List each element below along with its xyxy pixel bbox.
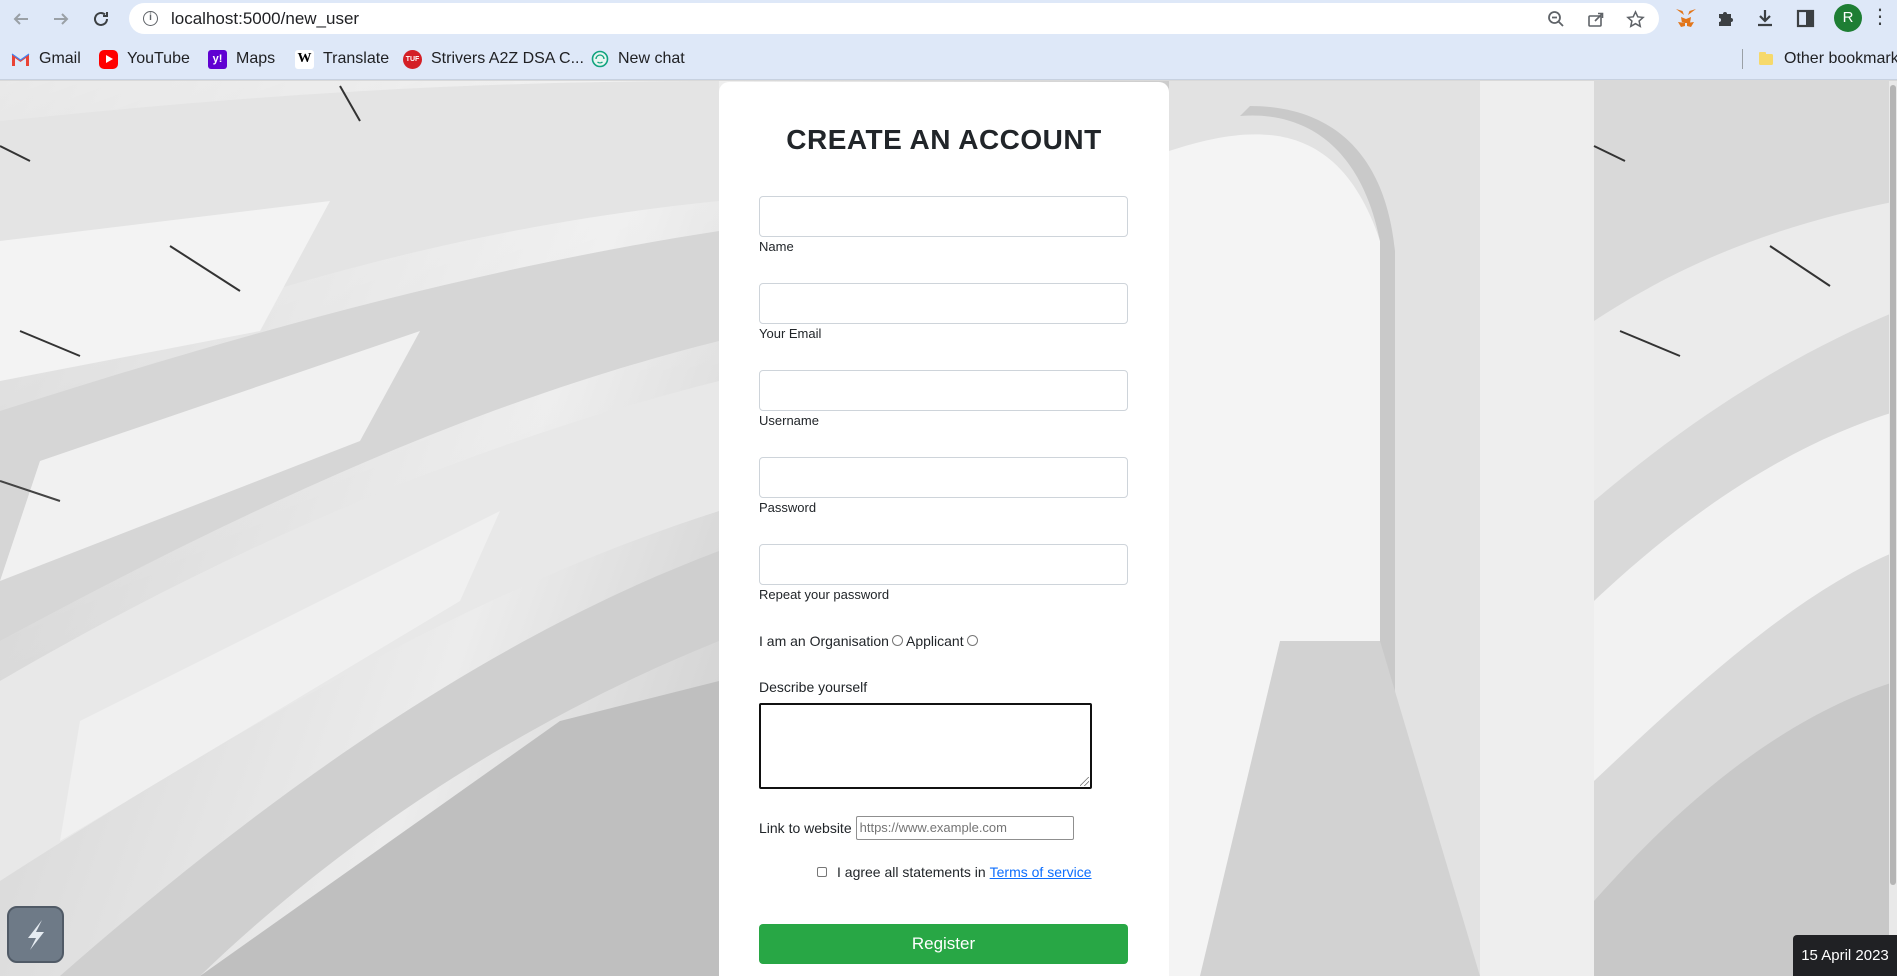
puzzle-extensions-icon[interactable] — [1713, 5, 1739, 31]
name-input[interactable] — [759, 196, 1128, 237]
browser-menu-icon[interactable]: ⋮ — [1870, 4, 1890, 32]
bookmark-strivers[interactable]: TUF Strivers A2Z DSA C... — [403, 48, 584, 70]
download-icon[interactable] — [1752, 5, 1778, 31]
repeat-password-label: Repeat your password — [759, 587, 890, 602]
bookmark-label: Maps — [236, 50, 276, 67]
metamask-fox-icon[interactable] — [1673, 5, 1699, 31]
applicant-radio[interactable] — [966, 634, 978, 646]
bookmark-maps[interactable]: y! Maps — [208, 48, 275, 70]
forward-arrow-icon[interactable] — [48, 6, 74, 32]
terms-row: I agree all statements in Terms of servi… — [817, 864, 1092, 880]
email-input[interactable] — [759, 283, 1128, 324]
floating-tool-button[interactable] — [7, 906, 64, 963]
gmail-icon — [11, 50, 30, 69]
password-input[interactable] — [759, 457, 1128, 498]
resize-grip-icon[interactable] — [1080, 777, 1089, 786]
terms-link[interactable]: Terms of service — [990, 864, 1092, 880]
chatgpt-icon — [590, 50, 609, 69]
bookmark-youtube[interactable]: YouTube — [99, 48, 190, 70]
reload-icon[interactable] — [88, 6, 114, 32]
bookmark-label: Other bookmarks — [1784, 50, 1897, 67]
name-label: Name — [759, 239, 794, 254]
share-icon[interactable] — [1585, 8, 1607, 30]
bookmark-label: Translate — [323, 50, 390, 67]
folder-icon — [1756, 50, 1775, 69]
wikipedia-icon: W — [295, 49, 314, 69]
register-button[interactable]: Register — [759, 924, 1128, 964]
slash-tool-icon — [28, 920, 44, 950]
email-label: Your Email — [759, 326, 822, 341]
repeat-password-input[interactable] — [759, 544, 1128, 585]
star-icon[interactable] — [1624, 8, 1646, 30]
bookmark-new-chat[interactable]: New chat — [590, 48, 685, 70]
bookmark-label: Strivers A2Z DSA C... — [431, 50, 584, 67]
youtube-icon — [99, 49, 118, 69]
agree-text: I agree all statements in — [837, 864, 986, 880]
yahoo-icon: y! — [208, 49, 227, 69]
url-text[interactable]: localhost:5000/new_user — [171, 9, 359, 29]
bookmark-gmail[interactable]: Gmail — [11, 48, 81, 70]
side-panel-icon[interactable] — [1792, 5, 1818, 31]
registration-card: CREATE AN ACCOUNT Name Your Email Userna… — [719, 82, 1169, 976]
scrollbar-thumb[interactable] — [1890, 85, 1896, 885]
bookmarks-divider — [1742, 49, 1743, 69]
tuf-icon: TUF — [403, 49, 422, 69]
password-label: Password — [759, 500, 817, 515]
bookmark-label: New chat — [618, 50, 685, 67]
agree-checkbox[interactable] — [817, 867, 827, 877]
website-label: Link to website — [759, 820, 852, 836]
username-label: Username — [759, 413, 819, 428]
back-arrow-icon[interactable] — [8, 6, 34, 32]
role-option-organisation-label: Organisation — [809, 633, 889, 649]
describe-label: Describe yourself — [759, 679, 868, 695]
form-title: CREATE AN ACCOUNT — [786, 124, 1102, 155]
website-input[interactable]: https://www.example.com — [855, 816, 1074, 840]
organisation-radio[interactable] — [891, 634, 903, 646]
bookmarks-bar: Gmail YouTube y! Maps W Translate TUF St… — [0, 37, 1897, 80]
zoom-out-icon[interactable] — [1545, 8, 1567, 30]
page-background: CREATE AN ACCOUNT Name Your Email Userna… — [0, 81, 1897, 976]
role-selector: I am an Organisation Applicant — [759, 633, 981, 649]
site-info-icon[interactable]: i — [143, 11, 158, 26]
bookmark-translate[interactable]: W Translate — [295, 48, 389, 70]
role-option-applicant-label: Applicant — [905, 633, 964, 649]
taskbar-date: 15 April 2023 — [1793, 935, 1897, 976]
bookmark-label: Gmail — [39, 50, 81, 67]
address-bar[interactable]: i localhost:5000/new_user — [129, 3, 1659, 34]
website-row: Link to website https://www.example.com — [759, 816, 1074, 840]
describe-textarea[interactable] — [759, 703, 1092, 789]
bookmark-label: YouTube — [127, 50, 190, 67]
page-scrollbar[interactable] — [1889, 81, 1897, 976]
role-prompt: I am an — [759, 633, 806, 649]
profile-avatar[interactable]: R — [1834, 4, 1862, 32]
other-bookmarks[interactable]: Other bookmarks — [1756, 48, 1897, 70]
browser-toolbar: i localhost:5000/new_user R ⋮ — [0, 0, 1897, 37]
username-input[interactable] — [759, 370, 1128, 411]
